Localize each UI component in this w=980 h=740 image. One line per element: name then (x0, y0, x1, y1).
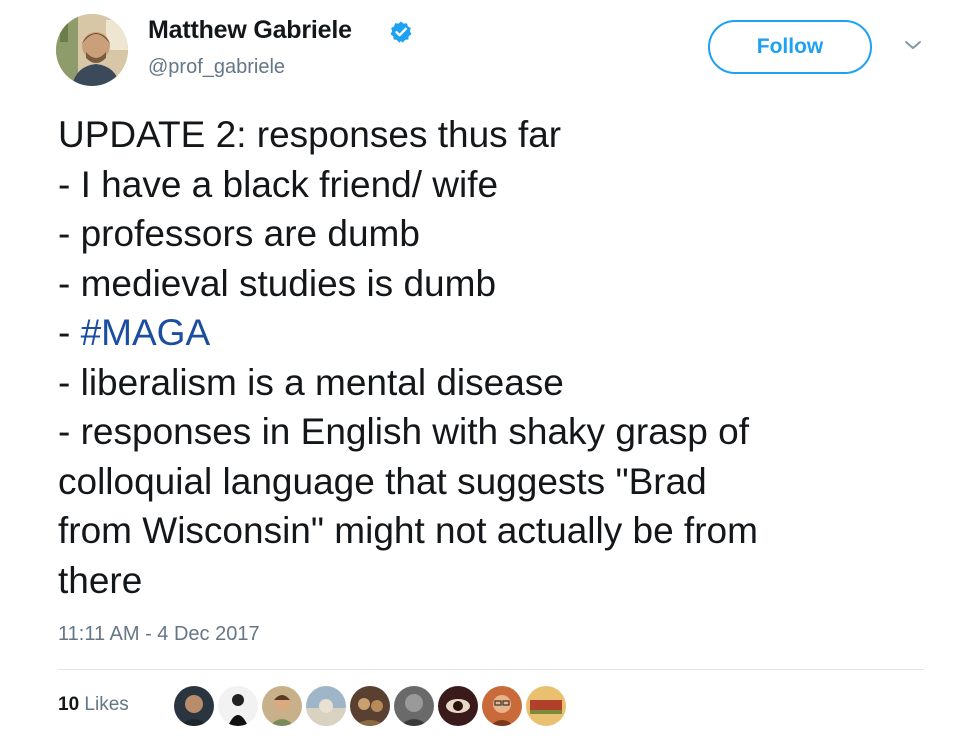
tweet-line: - responses in English with shaky grasp … (58, 411, 750, 452)
tweet-line: from Wisconsin" might not actually be fr… (58, 510, 758, 551)
tweet-line: there (58, 559, 143, 601)
liker-avatar[interactable] (216, 684, 260, 728)
liker-avatar[interactable] (172, 684, 216, 728)
chevron-down-icon[interactable] (900, 36, 926, 54)
hashtag-link[interactable]: #MAGA (81, 312, 211, 353)
tweet-line: - I have a black friend/ wife (58, 163, 499, 205)
tweet-line: UPDATE 2: responses thus far (58, 114, 562, 155)
divider (58, 669, 924, 670)
tweet-line-prefix: - (58, 312, 81, 353)
tweet-header: Matthew Gabriele @prof_gabriele Follow (0, 0, 980, 100)
tweet-line: - liberalism is a mental disease (58, 361, 564, 403)
liker-avatar[interactable] (392, 684, 436, 728)
liker-avatar[interactable] (436, 684, 480, 728)
display-name[interactable]: Matthew Gabriele (148, 16, 352, 45)
tweet-line: - medieval studies is dumb (58, 262, 497, 304)
likes-label: Likes (84, 694, 129, 715)
likes-link[interactable]: 10 Likes (58, 694, 129, 716)
user-handle[interactable]: @prof_gabriele (148, 56, 285, 79)
verified-badge-icon (389, 20, 413, 44)
tweet-text: UPDATE 2: responses thus far - I have a … (58, 110, 958, 605)
tweet-line: colloquial language that suggests "Brad (58, 460, 707, 502)
liker-avatar[interactable] (524, 684, 568, 728)
likes-count: 10 (58, 694, 80, 715)
tweet-line: - professors are dumb (58, 213, 420, 254)
follow-button[interactable]: Follow (708, 20, 872, 74)
tweet-timestamp[interactable]: 11:11 AM - 4 Dec 2017 (58, 623, 260, 646)
liker-avatar[interactable] (348, 684, 392, 728)
avatar[interactable] (56, 14, 128, 86)
liker-avatar[interactable] (480, 684, 524, 728)
liker-avatar[interactable] (260, 684, 304, 728)
liker-avatar[interactable] (304, 684, 348, 728)
